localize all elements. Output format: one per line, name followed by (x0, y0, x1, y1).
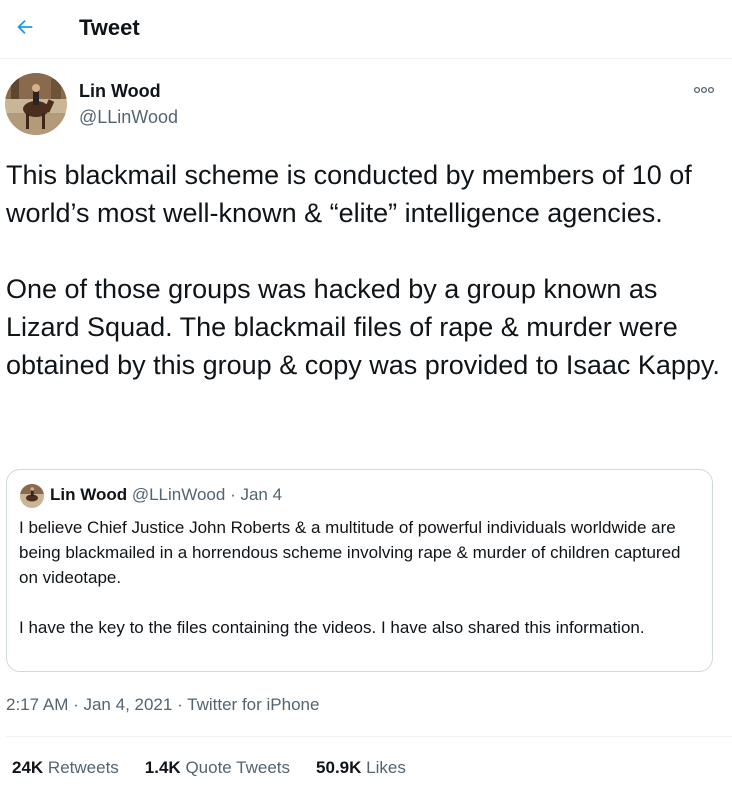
profile-photo-icon (20, 484, 44, 508)
quote-paragraph: I have the key to the files containing t… (19, 618, 645, 637)
profile-photo-icon (5, 73, 67, 135)
quote-avatar (20, 484, 44, 508)
avatar[interactable] (5, 73, 67, 135)
top-bar: Tweet (0, 0, 732, 59)
likes-count: 50.9K (316, 758, 362, 777)
source-link[interactable]: Twitter for iPhone (187, 695, 319, 714)
tweet-timestamp: 2:17 AM · Jan 4, 2021 · Twitter for iPho… (6, 695, 319, 715)
retweets-label: Retweets (47, 758, 119, 777)
quote-author-handle: @LLinWood (131, 485, 226, 504)
tweet-paragraph: One of those groups was hacked by a grou… (6, 274, 720, 380)
quote-tweets-count-link[interactable]: 1.4K Quote Tweets (145, 758, 290, 778)
quote-tweets-count: 1.4K (144, 758, 181, 777)
more-options-button[interactable] (690, 80, 718, 100)
likes-count-link[interactable]: 50.9K Likes (316, 758, 406, 778)
quote-paragraph: I believe Chief Justice John Roberts & a… (19, 518, 681, 587)
tweet-text: This blackmail scheme is conducted by me… (6, 156, 721, 384)
quote-header: Lin Wood @LLinWood · Jan 4 (50, 485, 282, 505)
quote-author-name: Lin Wood (50, 485, 128, 504)
page-title: Tweet (79, 15, 140, 40)
author-handle[interactable]: @LLinWood (79, 107, 178, 128)
author-name[interactable]: Lin Wood (79, 81, 161, 102)
quote-text: I believe Chief Justice John Roberts & a… (19, 515, 699, 640)
engagement-stats: 24K Retweets 1.4K Quote Tweets 50.9K Lik… (12, 758, 406, 778)
retweets-count: 24K (12, 758, 44, 777)
timestamp-separator: · (172, 695, 188, 714)
likes-label: Likes (366, 758, 406, 777)
timestamp-link[interactable]: 2:17 AM · Jan 4, 2021 (6, 695, 172, 714)
quote-tweets-label: Quote Tweets (185, 758, 291, 777)
quote-date: · Jan 4 (225, 485, 283, 504)
more-dots-icon (693, 86, 715, 94)
tweet-paragraph: This blackmail scheme is conducted by me… (6, 160, 692, 228)
back-button[interactable] (8, 10, 42, 44)
quoted-tweet[interactable]: Lin Wood @LLinWood · Jan 4 I believe Chi… (6, 469, 713, 672)
arrow-left-icon (17, 19, 33, 35)
retweets-count-link[interactable]: 24K Retweets (12, 758, 119, 778)
divider (6, 736, 732, 737)
